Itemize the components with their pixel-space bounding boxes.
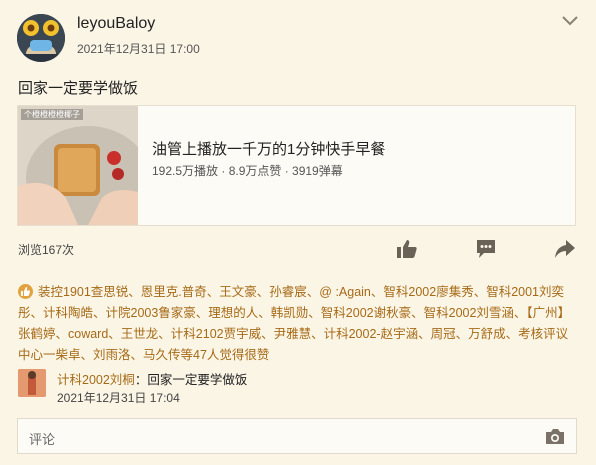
- likes-thumbs-up-icon: [18, 284, 33, 299]
- author-name[interactable]: leyouBaloy: [77, 15, 155, 33]
- video-thumbnail: 个橙橙橙橙椰子: [18, 106, 138, 225]
- comment-icon[interactable]: [475, 239, 497, 259]
- view-count: 浏览167次: [18, 243, 75, 257]
- likes-summary[interactable]: 等47人觉得很赞: [181, 348, 270, 362]
- comment-text: 回家一定要学做饭: [147, 373, 248, 387]
- post-card: leyouBaloy 2021年12月31日 17:00 回家一定要学做饭 个橙…: [0, 0, 596, 465]
- commenter-avatar[interactable]: [18, 369, 46, 397]
- thumbnail-image: [18, 106, 138, 225]
- comment: 计科2002刘桐：回家一定要学做饭: [57, 369, 247, 388]
- thumbs-up-icon[interactable]: [396, 239, 418, 259]
- video-card[interactable]: 个橙橙橙橙椰子 油管上播放一千万的1分钟快手早餐 192.5万播放 · 8.9万…: [17, 105, 576, 226]
- liker-names[interactable]: 装控1901查思锐、恩里克.普奇、王文豪、孙睿宸、@ :Again、智科2002…: [18, 285, 570, 362]
- video-stats: 192.5万播放 · 8.9万点赞 · 3919弹幕: [152, 164, 343, 178]
- comment-separator: ：: [134, 373, 148, 387]
- commenter-avatar-image: [18, 369, 46, 397]
- comment-input[interactable]: 评论: [17, 418, 577, 454]
- share-icon[interactable]: [554, 239, 576, 259]
- post-timestamp: 2021年12月31日 17:00: [77, 42, 200, 56]
- avatar-image: [17, 14, 65, 62]
- video-title[interactable]: 油管上播放一千万的1分钟快手早餐: [152, 138, 385, 159]
- chevron-down-icon[interactable]: [561, 14, 579, 28]
- comment-timestamp: 2021年12月31日 17:04: [57, 391, 180, 405]
- thumbnail-badge: 个橙橙橙橙椰子: [21, 109, 83, 120]
- post-text: 回家一定要学做饭: [18, 80, 139, 97]
- camera-icon[interactable]: [545, 428, 565, 445]
- comment-placeholder: 评论: [29, 432, 56, 447]
- comment-author[interactable]: 计科2002刘桐: [57, 373, 135, 387]
- likes-list: 装控1901查思锐、恩里克.普奇、王文豪、孙睿宸、@ :Again、智科2002…: [18, 282, 578, 366]
- author-avatar[interactable]: [17, 14, 65, 62]
